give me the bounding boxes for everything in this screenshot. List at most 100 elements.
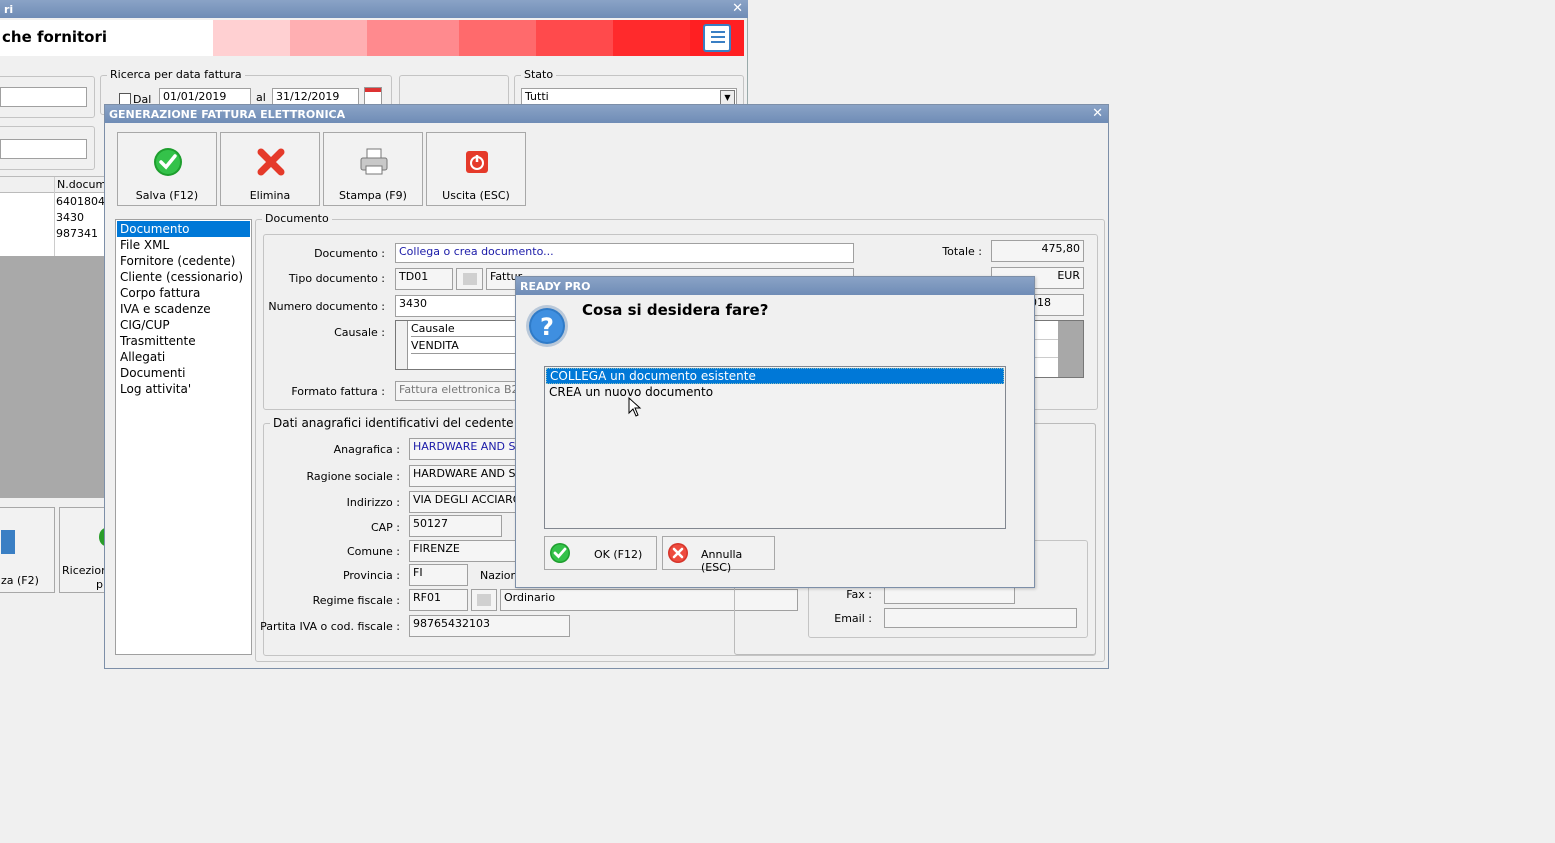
- numero-documento-label: Numero documento :: [268, 300, 385, 313]
- bg-f2-button[interactable]: za (F2): [0, 507, 55, 593]
- documento-label: Documento :: [314, 247, 385, 260]
- tipo-documento-label: Tipo documento :: [288, 272, 385, 285]
- anagrafica-field[interactable]: HARDWARE AND SOF: [409, 438, 519, 460]
- ready-pro-dialog: READY PRO ? Cosa si desidera fare? COLLE…: [515, 276, 1035, 588]
- checkmark-doc-icon: [1, 530, 15, 554]
- provincia-label: Provincia :: [342, 569, 400, 582]
- documento-group-title: Documento: [262, 212, 332, 225]
- anagrafici-group-title: Dati anagrafici identificativi del ceden…: [270, 416, 536, 430]
- indirizzo-label: Indirizzo :: [346, 496, 400, 509]
- dialog-question: Cosa si desidera fare?: [582, 301, 769, 319]
- formato-fattura-field: Fattura elettronica B2B (: [395, 381, 520, 401]
- documento-field[interactable]: Collega o crea documento...: [395, 243, 854, 263]
- regime-fiscale-code[interactable]: RF01: [409, 589, 468, 611]
- section-nav: Documento File XML Fornitore (cedente) C…: [115, 219, 252, 655]
- background-header-title: che fornitori: [2, 28, 108, 46]
- bg-left-field-1[interactable]: [0, 87, 87, 107]
- main-window-titlebar: GENERAZIONE FATTURA ELETTRONICA ✕: [105, 105, 1108, 123]
- exit-button-label: Uscita (ESC): [442, 189, 510, 202]
- causale-label: Causale :: [334, 326, 385, 339]
- piva-field[interactable]: 98765432103: [409, 615, 570, 637]
- checkmark-icon: [154, 148, 182, 176]
- cancel-button-label: Annulla (ESC): [701, 548, 743, 574]
- regime-fiscale-lookup-button[interactable]: [471, 589, 497, 611]
- nav-item-allegati[interactable]: Allegati: [117, 349, 250, 365]
- regime-fiscale-label: Regime fiscale :: [312, 594, 400, 607]
- mouse-cursor-icon: [628, 397, 642, 417]
- bg-left-field-2[interactable]: [0, 139, 87, 159]
- nav-item-file-xml[interactable]: File XML: [117, 237, 250, 253]
- nav-item-cliente[interactable]: Cliente (cessionario): [117, 269, 250, 285]
- delete-button[interactable]: Elimina: [220, 132, 320, 206]
- provincia-field[interactable]: FI: [409, 564, 468, 586]
- nav-item-cig-cup[interactable]: CIG/CUP: [117, 317, 250, 333]
- cap-label: CAP :: [370, 521, 400, 534]
- ok-button-label: OK (F12): [594, 548, 643, 561]
- piva-label: Partita IVA o cod. fiscale :: [260, 620, 400, 633]
- bg-ricezione-label2: p: [96, 578, 103, 591]
- option-crea[interactable]: CREA un nuovo documento: [546, 384, 1004, 400]
- background-header: che fornitori: [0, 20, 745, 56]
- bg-f2-button-label: za (F2): [1, 574, 39, 587]
- ok-button[interactable]: OK (F12): [544, 536, 657, 570]
- numero-documento-field[interactable]: 3430: [395, 295, 525, 317]
- nav-item-documenti[interactable]: Documenti: [117, 365, 250, 381]
- nav-item-iva-scadenze[interactable]: IVA e scadenze: [117, 301, 250, 317]
- dialog-titlebar: READY PRO: [516, 277, 1034, 295]
- stato-group-title: Stato: [521, 68, 557, 81]
- nav-item-trasmittente[interactable]: Trasmittente: [117, 333, 250, 349]
- table-row[interactable]: 987341: [56, 226, 98, 242]
- red-x-icon: [257, 148, 285, 176]
- causale-grid-row[interactable]: VENDITA: [411, 339, 519, 354]
- nav-item-fornitore[interactable]: Fornitore (cedente): [117, 253, 250, 269]
- fax-label: Fax :: [846, 588, 872, 601]
- nav-item-log-attivita[interactable]: Log attivita': [117, 381, 250, 397]
- report-icon[interactable]: [703, 24, 732, 52]
- comune-field[interactable]: FIRENZE: [409, 540, 519, 562]
- comune-label: Comune :: [346, 545, 400, 558]
- date-to-label: al: [256, 91, 266, 104]
- option-collega[interactable]: COLLEGA un documento esistente: [546, 368, 1004, 384]
- dialog-title: READY PRO: [520, 280, 591, 293]
- totale-label: Totale :: [942, 245, 982, 258]
- print-button-label: Stampa (F9): [339, 189, 407, 202]
- formato-fattura-label: Formato fattura :: [291, 385, 385, 398]
- ragione-sociale-label: Ragione sociale :: [306, 470, 400, 483]
- main-window-title: GENERAZIONE FATTURA ELETTRONICA: [109, 108, 346, 121]
- table-row[interactable]: 3430: [56, 210, 84, 226]
- cap-field[interactable]: 50127: [409, 515, 502, 537]
- search-date-group-title: Ricerca per data fattura: [107, 68, 245, 81]
- calendar-icon[interactable]: [364, 87, 382, 105]
- anagrafica-label: Anagrafica :: [333, 443, 400, 456]
- print-button[interactable]: Stampa (F9): [323, 132, 423, 206]
- right-grid-scrollbar[interactable]: [1058, 321, 1083, 377]
- delete-button-label: Elimina: [249, 189, 291, 202]
- background-window-title: ri: [4, 3, 14, 16]
- close-icon[interactable]: ✕: [1092, 106, 1103, 121]
- tipo-documento-lookup-button[interactable]: [456, 268, 483, 290]
- save-button-label: Salva (F12): [135, 189, 199, 202]
- totale-field: 475,80: [991, 240, 1084, 262]
- power-icon: [466, 151, 488, 173]
- bg-table-header: N.docume: [0, 177, 113, 257]
- close-icon[interactable]: ✕: [732, 1, 743, 16]
- question-icon: ?: [526, 305, 568, 347]
- cancel-button[interactable]: Annulla (ESC): [662, 536, 775, 574]
- email-field[interactable]: [884, 608, 1077, 628]
- causale-grid[interactable]: Causale VENDITA: [395, 320, 520, 370]
- nav-item-corpo-fattura[interactable]: Corpo fattura: [117, 285, 250, 301]
- nav-item-documento[interactable]: Documento: [117, 221, 250, 237]
- bg-table-col-divider: [54, 177, 55, 257]
- header-gradient-strip: [213, 20, 745, 56]
- indirizzo-field[interactable]: VIA DEGLI ACCIAROL: [409, 491, 519, 513]
- tipo-documento-code[interactable]: TD01: [395, 268, 453, 290]
- bg-ricezione-button[interactable]: Ricezione p: [59, 507, 115, 593]
- exit-button[interactable]: Uscita (ESC): [426, 132, 526, 206]
- bg-table-empty-area: [0, 256, 106, 498]
- chevron-down-icon[interactable]: ▼: [720, 90, 735, 105]
- checkmark-icon: [550, 543, 570, 563]
- save-button[interactable]: Salva (F12): [117, 132, 217, 206]
- dialog-options-list[interactable]: COLLEGA un documento esistente CREA un n…: [544, 366, 1006, 529]
- causale-grid-header: Causale: [411, 322, 519, 337]
- ragione-sociale-field[interactable]: HARDWARE AND SOF: [409, 465, 519, 487]
